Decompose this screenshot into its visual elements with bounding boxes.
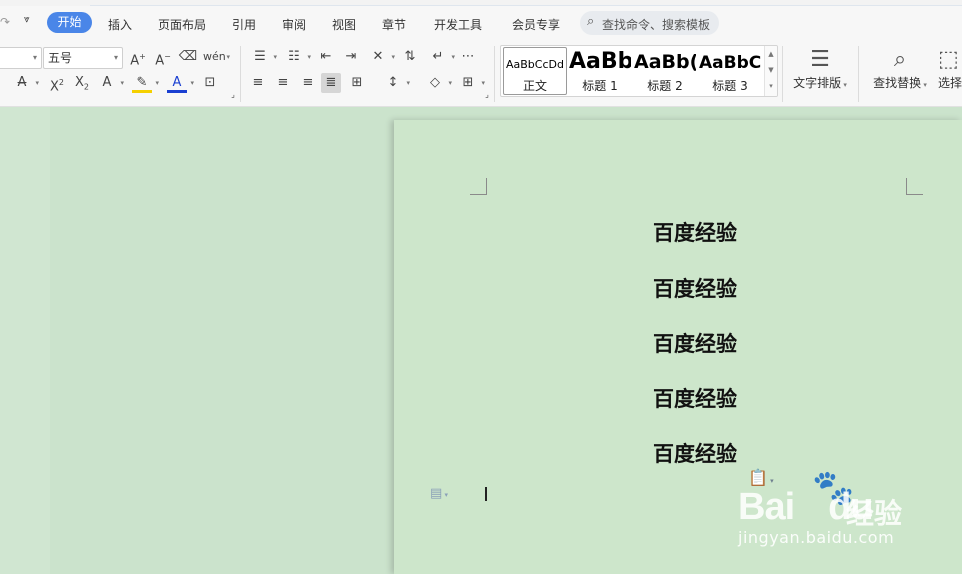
style-label: 标题 1 [582, 79, 618, 93]
text-effect-icon[interactable]: A ▾ [97, 73, 124, 93]
tab-references[interactable]: 引用 [232, 16, 256, 33]
show-hide-marks-icon[interactable]: ↵ ▾ [428, 47, 455, 67]
separator [240, 46, 241, 102]
bullet-list-icon[interactable]: ☰ ▾ [250, 47, 277, 67]
ribbon: ▾ 五号 ▾ A+ A− ⌫ wén ▾ A ▾ X2 X2 A ▾ ✎ ▾ A ▾ ⊡ … [0, 40, 962, 107]
magnifier-icon: ⌕ [893, 47, 907, 72]
margin-corner-top-left [470, 178, 487, 195]
chevron-down-icon: ▾ [113, 53, 118, 62]
tab-stops-icon[interactable]: ⋯ [458, 47, 478, 67]
text-caret [485, 487, 487, 501]
align-right-icon[interactable]: ≡ [298, 73, 318, 93]
style-label: 标题 2 [647, 79, 683, 93]
redo-icon[interactable]: ↷ [0, 15, 10, 29]
document-paragraph[interactable]: 百度经验 [653, 438, 737, 468]
justify-icon[interactable]: ≣ [321, 73, 341, 93]
font-name-combo[interactable]: ▾ [0, 47, 42, 69]
tab-home[interactable]: 开始 [47, 12, 92, 33]
tab-review[interactable]: 审阅 [282, 16, 306, 33]
font-size-value: 五号 [48, 51, 73, 65]
chevron-down-icon[interactable]: ▼ [765, 62, 777, 78]
more-styles-icon[interactable]: ▾ [765, 78, 777, 94]
document-paragraph[interactable]: 百度经验 [653, 273, 737, 303]
line-spacing-icon[interactable]: ↕ ▾ [383, 73, 410, 93]
find-replace-label: 查找替换 [873, 76, 922, 90]
paragraph-handle-icon[interactable]: ▤ ▾ [430, 486, 448, 501]
subscript-icon[interactable]: X2 [72, 73, 92, 93]
left-margin-strip [0, 107, 50, 574]
watermark-cn: 经验 [846, 497, 903, 530]
font-size-combo[interactable]: 五号 ▾ [43, 47, 123, 69]
tab-page-layout[interactable]: 页面布局 [158, 16, 206, 33]
tab-membership[interactable]: 会员专享 [512, 16, 560, 33]
style-sample: AaBb( [634, 51, 696, 73]
style-label: 正文 [522, 79, 547, 93]
tab-chapter[interactable]: 章节 [382, 16, 406, 33]
borders-icon[interactable]: ⊞ ▾ [458, 73, 485, 93]
search-placeholder: 查找命令、搜索模板 [602, 18, 711, 32]
find-replace-button[interactable]: ⌕ 查找替换 ▾ [870, 46, 930, 91]
shading-icon[interactable]: ◇ ▾ [425, 73, 452, 93]
select-button[interactable]: ⬚ 选择 [938, 46, 962, 91]
document-paragraph[interactable]: 百度经验 [653, 383, 737, 413]
quick-access-dropdown-icon[interactable]: ⩔ [24, 14, 30, 25]
sort-icon[interactable]: ⇅ [400, 47, 420, 67]
distributed-align-icon[interactable]: ⊞ [347, 73, 367, 93]
align-center-icon[interactable]: ≡ [273, 73, 293, 93]
align-left-icon[interactable]: ≡ [248, 73, 268, 93]
menu-bar: ↷ ⩔ 开始 插入 页面布局 引用 审阅 视图 章节 开发工具 会员专享 ⌕ 查… [0, 6, 962, 40]
watermark-url: jingyan.baidu.com [738, 528, 895, 547]
superscript-icon[interactable]: X2 [47, 73, 67, 94]
chevron-up-icon[interactable]: ▲ [765, 46, 777, 62]
style-heading-1[interactable]: AaBb 标题 1 [569, 46, 631, 96]
select-icon: ⬚ [938, 47, 959, 72]
clear-format-icon[interactable]: ⌫ [178, 47, 198, 67]
separator [494, 46, 495, 102]
text-layout-icon: ☰ [810, 47, 830, 72]
style-sample: AaBbCcDd [506, 58, 564, 71]
font-color-icon[interactable]: A ▾ [167, 73, 194, 93]
chinese-layout-icon[interactable]: ✕ ▾ [368, 47, 395, 67]
phonetic-guide-icon[interactable]: wén ▾ [203, 47, 230, 67]
select-label: 选择 [938, 76, 962, 90]
document-paragraph[interactable]: 百度经验 [653, 328, 737, 358]
shrink-font-icon[interactable]: A− [153, 47, 173, 68]
style-sample: AaBbC( [699, 53, 761, 73]
character-border-icon[interactable]: ⊡ [200, 73, 220, 93]
tab-view[interactable]: 视图 [332, 16, 356, 33]
command-search-box[interactable]: ⌕ 查找命令、搜索模板 [580, 11, 719, 35]
separator [782, 46, 783, 102]
margin-corner-top-right [906, 178, 923, 195]
strikethrough-icon[interactable]: A ▾ [12, 73, 39, 93]
search-icon: ⌕ [587, 14, 595, 29]
paragraph-dialog-launcher-icon[interactable]: ⌟ [482, 90, 492, 100]
grow-font-icon[interactable]: A+ [128, 47, 148, 68]
numbered-list-icon[interactable]: ☷ ▾ [284, 47, 311, 67]
text-layout-label: 文字排版 [793, 76, 842, 90]
baidu-watermark: 🐾 Bai du 经验 jingyan.baidu.com [738, 468, 918, 558]
text-layout-button[interactable]: ☰ 文字排版 ▾ [790, 46, 850, 91]
decrease-indent-icon[interactable]: ⇤ [316, 47, 336, 67]
document-paragraph[interactable]: 百度经验 [653, 217, 737, 247]
style-normal[interactable]: AaBbCcDd 正文 [503, 47, 567, 95]
watermark-logo-bai: Bai [738, 486, 795, 528]
style-sample: AaBb [569, 49, 631, 74]
chevron-down-icon: ▾ [32, 53, 37, 62]
separator [858, 46, 859, 102]
tab-insert[interactable]: 插入 [108, 16, 132, 33]
styles-gallery: AaBbCcDd 正文 AaBb 标题 1 AaBb( 标题 2 AaBbC( … [500, 45, 778, 97]
font-dialog-launcher-icon[interactable]: ⌟ [228, 90, 238, 100]
highlight-color-icon[interactable]: ✎ ▾ [132, 73, 159, 93]
tab-developer[interactable]: 开发工具 [434, 16, 482, 33]
increase-indent-icon[interactable]: ⇥ [341, 47, 361, 67]
style-label: 标题 3 [712, 79, 748, 93]
style-heading-3[interactable]: AaBbC( 标题 3 [699, 46, 761, 96]
style-heading-2[interactable]: AaBb( 标题 2 [634, 46, 696, 96]
gallery-scrollbar[interactable]: ▲ ▼ ▾ [764, 46, 777, 96]
